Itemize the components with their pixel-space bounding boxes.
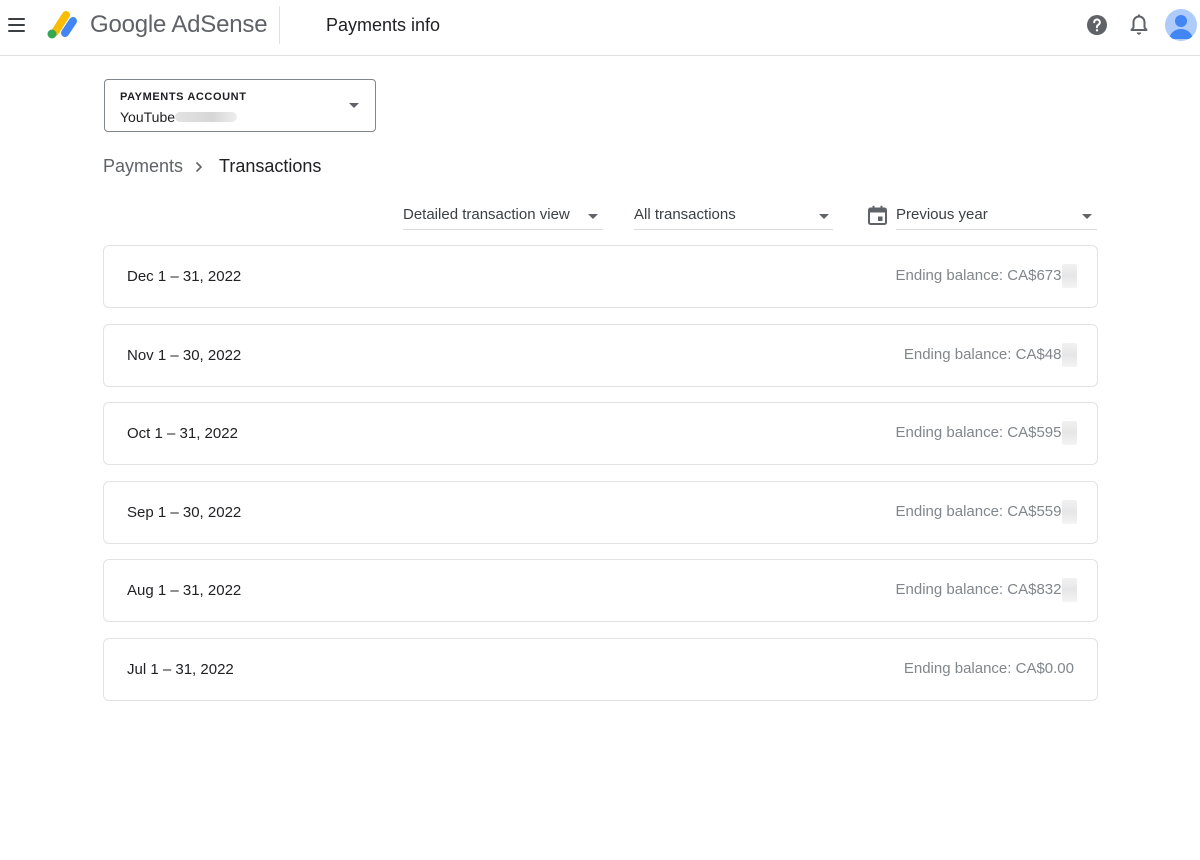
transaction-type-value: All transactions: [634, 206, 736, 223]
ending-balance: Ending balance: CA$595.2: [895, 424, 1074, 441]
month-card[interactable]: Aug 1 – 31, 2022 Ending balance: CA$832.…: [103, 559, 1098, 622]
redacted-amount: [1062, 264, 1077, 288]
month-card[interactable]: Jul 1 – 31, 2022 Ending balance: CA$0.00: [103, 637, 1098, 701]
date-range-select[interactable]: Previous year: [896, 202, 1097, 230]
redacted-account-name: [175, 112, 237, 122]
chevron-right-icon: [195, 161, 203, 173]
dropdown-arrow-icon: [349, 103, 359, 108]
month-card[interactable]: Nov 1 – 30, 2022 Ending balance: CA$484.: [103, 323, 1098, 387]
month-period: Aug 1 – 31, 2022: [127, 582, 242, 599]
adsense-logo-icon[interactable]: [46, 10, 80, 40]
transaction-view-select[interactable]: Detailed transaction view: [403, 202, 603, 230]
menu-icon[interactable]: [6, 14, 28, 36]
month-period: Jul 1 – 31, 2022: [127, 660, 234, 678]
calendar-icon[interactable]: [867, 205, 888, 226]
transaction-type-select[interactable]: All transactions: [634, 202, 833, 230]
payments-account-select[interactable]: PAYMENTS ACCOUNT YouTube: [104, 79, 376, 132]
dropdown-arrow-icon: [588, 214, 598, 219]
monthly-transactions-list: Dec 1 – 31, 2022 Ending balance: CA$673.…: [103, 245, 1098, 716]
ending-balance: Ending balance: CA$0.00: [903, 659, 1074, 677]
page-title: Payments info: [326, 15, 441, 35]
breadcrumb-current: Transactions: [219, 156, 322, 176]
top-app-bar: Google AdSense Payments info: [0, 0, 1200, 56]
date-range-value: Previous year: [896, 206, 988, 223]
avatar-person-icon: [1169, 15, 1193, 39]
header-divider: [279, 6, 280, 44]
payments-account-label: PAYMENTS ACCOUNT: [120, 91, 247, 103]
breadcrumb-payments-link[interactable]: Payments: [103, 156, 183, 177]
ending-balance: Ending balance: CA$559.0: [895, 502, 1074, 520]
month-period: Oct 1 – 31, 2022: [127, 425, 238, 442]
help-icon[interactable]: [1085, 13, 1109, 37]
ending-balance: Ending balance: CA$673.0: [895, 267, 1074, 284]
ending-balance: Ending balance: CA$832.9: [895, 581, 1074, 598]
dropdown-arrow-icon: [819, 214, 829, 219]
redacted-amount: [1062, 342, 1077, 367]
ending-balance: Ending balance: CA$484.: [903, 345, 1074, 363]
notifications-bell-icon[interactable]: [1128, 13, 1150, 37]
month-card[interactable]: Dec 1 – 31, 2022 Ending balance: CA$673.…: [103, 245, 1098, 308]
dropdown-arrow-icon: [1082, 214, 1092, 219]
account-avatar[interactable]: [1165, 9, 1197, 41]
month-period: Sep 1 – 30, 2022: [127, 503, 242, 521]
transaction-view-value: Detailed transaction view: [403, 206, 570, 223]
month-period: Dec 1 – 31, 2022: [127, 268, 242, 285]
redacted-amount: [1062, 421, 1077, 445]
redacted-amount: [1062, 499, 1077, 524]
brand-name[interactable]: Google AdSense: [90, 11, 268, 39]
payments-account-value: YouTube: [120, 109, 176, 125]
month-card[interactable]: Sep 1 – 30, 2022 Ending balance: CA$559.…: [103, 480, 1098, 544]
month-period: Nov 1 – 30, 2022: [127, 346, 242, 364]
month-card[interactable]: Oct 1 – 31, 2022 Ending balance: CA$595.…: [103, 402, 1098, 465]
redacted-amount: [1062, 578, 1077, 602]
